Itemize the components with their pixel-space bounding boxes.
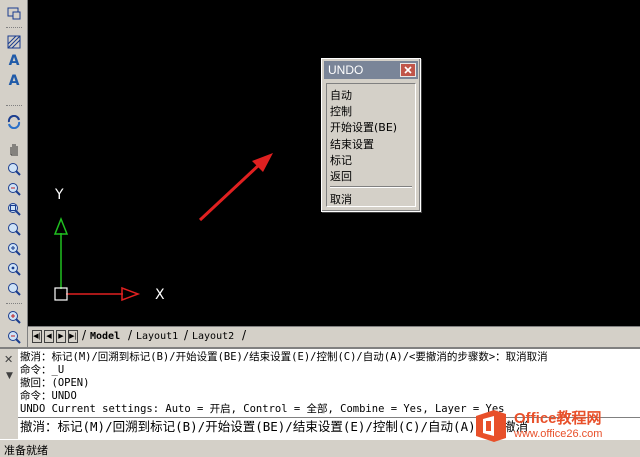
ucs-x-label: X — [155, 287, 165, 303]
history-line: 撤消：标记(M)/回溯到标记(B)/开始设置(BE)/结束设置(E)/控制(C)… — [20, 351, 548, 363]
zoom-center-icon[interactable] — [4, 260, 24, 278]
watermark-url: www.office26.com — [514, 428, 603, 440]
zoom-realtime-icon[interactable] — [4, 160, 24, 178]
toolbar-separator — [6, 303, 22, 304]
collapse-icon[interactable]: ▼ — [6, 371, 13, 381]
tab-prev-button[interactable]: ◀ — [44, 330, 54, 343]
menu-separator — [330, 186, 412, 188]
history-line: 命令：UNDO — [20, 390, 77, 402]
tab-divider: / — [128, 328, 133, 342]
ucs-y-label: Y — [55, 187, 64, 203]
menu-item-end[interactable]: 结束设置 — [330, 136, 374, 152]
undo-option-list: 自动 控制 开始设置(BE) 结束设置 标记 返回 取消 — [326, 83, 416, 207]
close-icon[interactable]: ✕ — [4, 353, 13, 366]
tab-last-button[interactable]: ▶| — [68, 330, 78, 343]
left-toolbar: A A — [0, 0, 28, 347]
menu-item-control[interactable]: 控制 — [330, 103, 352, 119]
history-line: 命令：_U — [20, 364, 65, 376]
cad-window: A A Y X UNDO 自动 控制 开始设置(BE) 结束设置 标记 返回 取… — [0, 0, 640, 457]
toolbar-separator — [6, 105, 22, 106]
ucs-x-arrowhead — [121, 286, 141, 302]
history-line: 撤回：(OPEN) — [20, 377, 90, 389]
layout-tab-bar: ◀| ◀ ▶ ▶| / Model / Layout1 / Layout2 / — [28, 326, 640, 347]
tab-first-button[interactable]: ◀| — [32, 330, 42, 343]
menu-item-mark[interactable]: 标记 — [330, 152, 352, 168]
regen-icon[interactable] — [4, 113, 24, 131]
watermark: Office教程网 www.office26.com — [470, 404, 638, 448]
zoom-dynamic-icon[interactable] — [4, 220, 24, 238]
menu-item-cancel[interactable]: 取消 — [330, 191, 352, 207]
toolbar-separator — [6, 27, 22, 28]
tab-model[interactable]: Model — [90, 329, 120, 344]
undo-popup-menu: UNDO 自动 控制 开始设置(BE) 结束设置 标记 返回 取消 — [321, 58, 421, 212]
ucs-origin-box — [54, 287, 68, 301]
command-window-gutter: ✕ ▼ — [0, 349, 18, 439]
tab-divider: / — [184, 328, 189, 342]
zoom-in-icon[interactable] — [4, 308, 24, 326]
zoom-scale-icon[interactable] — [4, 240, 24, 258]
ucs-y-arrowhead — [53, 216, 69, 235]
text-icon[interactable]: A — [4, 52, 24, 70]
undo-menu-title: UNDO — [328, 63, 364, 77]
menu-item-back[interactable]: 返回 — [330, 168, 352, 184]
close-icon[interactable] — [400, 63, 416, 77]
zoom-window-icon[interactable] — [4, 200, 24, 218]
status-text: 准备就绪 — [4, 444, 48, 457]
hatch-icon[interactable] — [4, 33, 24, 51]
tab-divider: / — [82, 328, 87, 342]
viewport-icon[interactable] — [4, 4, 24, 22]
tab-next-button[interactable]: ▶ — [56, 330, 66, 343]
tab-layout2[interactable]: Layout2 — [192, 329, 234, 344]
text-style-icon[interactable]: A — [4, 72, 24, 90]
menu-item-begin[interactable]: 开始设置(BE) — [330, 119, 397, 135]
zoom-previous-icon[interactable] — [4, 180, 24, 198]
watermark-title: Office教程网 — [514, 410, 602, 427]
office-logo-icon — [476, 410, 506, 442]
pan-icon[interactable] — [4, 140, 24, 158]
tab-divider: / — [242, 328, 247, 342]
tab-layout1[interactable]: Layout1 — [136, 329, 178, 344]
zoom-out-icon[interactable] — [4, 328, 24, 346]
zoom-object-icon[interactable] — [4, 280, 24, 298]
menu-item-auto[interactable]: 自动 — [330, 87, 352, 103]
undo-menu-titlebar[interactable]: UNDO — [324, 61, 418, 79]
annotation-arrow — [198, 162, 262, 222]
